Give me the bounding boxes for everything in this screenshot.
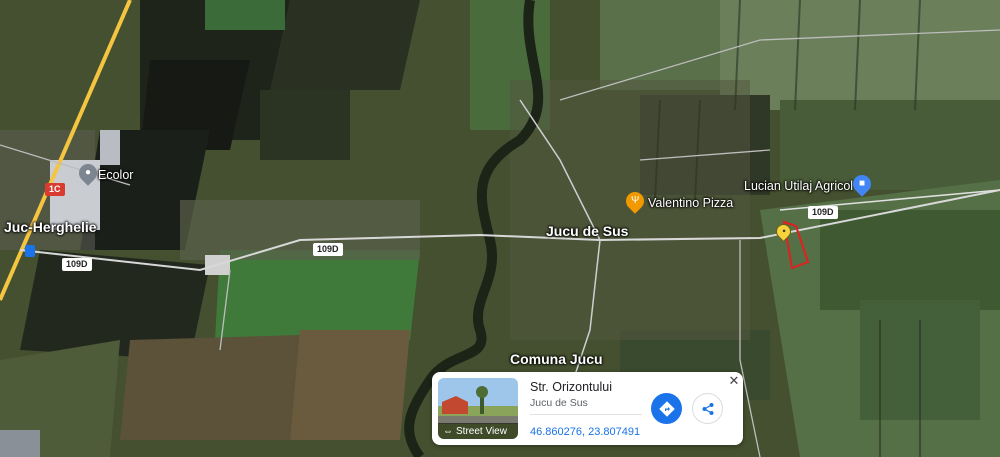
location-coordinates[interactable]: 46.860276, 23.807491: [530, 426, 640, 438]
card-divider: [530, 414, 642, 415]
place-label-lucian-utilaj[interactable]: Lucian Utilaj Agricol: [744, 179, 853, 193]
road-shield-109d: 109D: [808, 206, 838, 219]
street-view-icon: ⇔: [443, 425, 453, 437]
street-view-thumbnail[interactable]: ⇔ Street View: [438, 378, 518, 439]
road-shield-1c: 1C: [45, 183, 65, 196]
place-label-jucu-de-sus[interactable]: Jucu de Sus: [546, 223, 628, 239]
directions-button[interactable]: [651, 393, 682, 424]
share-button[interactable]: [692, 393, 723, 424]
close-icon: ✕: [728, 373, 740, 388]
share-icon: [702, 402, 713, 415]
directions-icon: [658, 400, 675, 417]
street-view-bar[interactable]: ⇔ Street View: [438, 423, 518, 439]
location-title[interactable]: Str. Orizontului: [530, 380, 612, 394]
close-button[interactable]: ✕: [728, 373, 740, 388]
place-label-valentino-pizza[interactable]: Valentino Pizza: [648, 196, 733, 210]
location-subtitle: Jucu de Sus: [530, 397, 588, 409]
location-info-card: ⇔ Street View Str. Orizontului Jucu de S…: [432, 372, 743, 445]
train-station-icon[interactable]: [25, 245, 35, 257]
place-label-comuna-jucu[interactable]: Comuna Jucu: [510, 351, 603, 367]
place-label-juc-herghelie[interactable]: Juc-Herghelie: [4, 219, 97, 235]
street-view-label: Street View: [456, 425, 507, 437]
road-shield-109d: 109D: [313, 243, 343, 256]
road-shield-109d: 109D: [62, 258, 92, 271]
place-label-ecolor[interactable]: Ecolor: [98, 168, 133, 182]
